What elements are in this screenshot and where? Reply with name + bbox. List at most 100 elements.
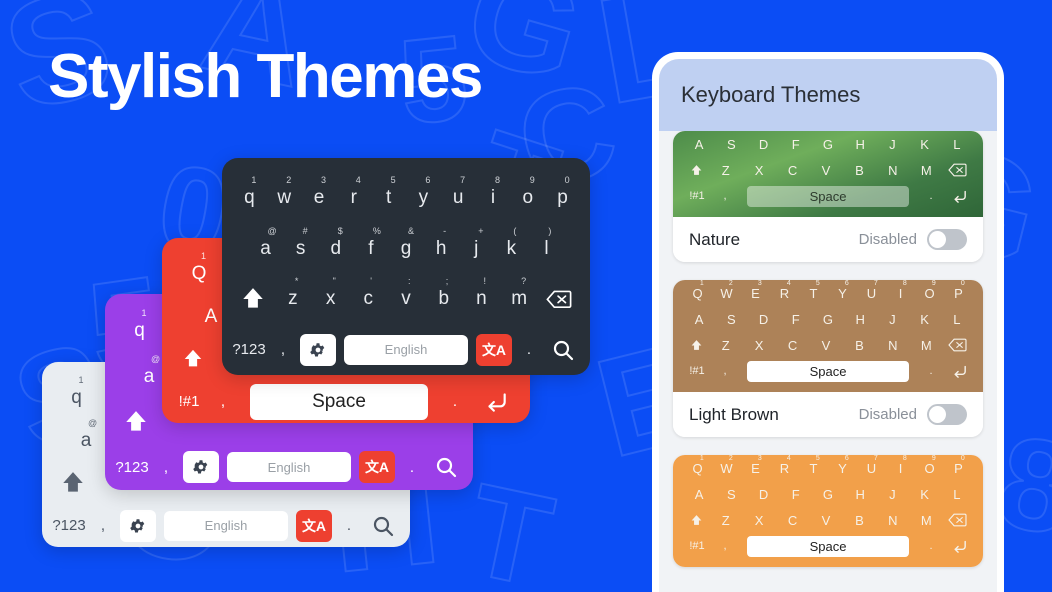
comma-key[interactable]: , [266,341,300,358]
shift-key-icon [683,514,709,527]
shift-key-icon[interactable] [172,348,214,370]
preview-key: Z [721,337,730,353]
gear-icon[interactable] [183,451,219,484]
space-key[interactable]: English [227,452,351,483]
theme-enable-toggle[interactable] [927,404,967,425]
keyboard-key[interactable]: f% [353,226,388,258]
period-key: . [929,365,933,377]
enter-key-icon[interactable] [472,389,520,415]
preview-key: Z [721,512,730,528]
keyboard-key[interactable]: j + [459,226,494,258]
keyboard-key[interactable]: g & [388,226,423,258]
preview-key: S [726,136,736,152]
theme-card[interactable]: A S D F G H J K L Z X C V B N M !#1, Space. Nature Disabled [673,131,983,262]
keyboard-key[interactable]: m? [500,277,538,309]
keyboard-key[interactable]: b; [425,277,463,309]
space-key[interactable]: English [164,510,288,541]
key-superscript: 2 [728,280,733,287]
search-icon[interactable] [366,514,400,538]
theme-card[interactable]: Q 1 W 2 E 3 R 4 T 5 Y 6 U 7 I 8 O 9 P 0 A S D F G H J K L Z X C V B N M !#1,… [673,455,983,567]
comma-key[interactable]: , [86,517,120,534]
dark-keyboard-preview[interactable]: q1w2e3r4t5y6u7i8o9p0 a @ s # d $ f% g & h - j + k(l) … [222,158,590,375]
period-key[interactable]: . [512,341,546,358]
shift-key-icon[interactable] [232,286,274,312]
translate-icon[interactable]: 文A [296,509,332,542]
symbols-key[interactable]: ?123 [115,459,149,476]
keyboard-key[interactable]: x " [312,277,350,309]
preview-key: U7 [866,280,878,301]
backspace-icon[interactable] [538,290,580,309]
keyboard-key[interactable]: z * [274,277,312,309]
keyboard-key[interactable]: q1 [52,375,101,407]
keyboard-key[interactable]: k( [494,226,529,258]
theme-enable-toggle[interactable] [927,229,967,250]
preview-key: M [920,512,932,528]
theme-list[interactable]: A S D F G H J K L Z X C V B N M !#1, Space. Nature Disabled… [659,131,997,592]
comma-key[interactable]: , [149,459,183,476]
key-superscript: 1 [699,455,704,462]
key-superscript: 4 [786,280,791,287]
search-icon[interactable] [429,455,463,479]
keyboard-key[interactable]: y6 [406,175,441,207]
key-superscript: 8 [494,174,500,185]
status-badge: Disabled [858,406,917,423]
period-key[interactable]: . [395,459,429,476]
theme-card[interactable]: Q 1 W 2 E 3 R 4 T 5 Y 6 U 7 I 8 O 9 P 0 A S D F G H J K L Z X C V B N M !#1,… [673,280,983,437]
gear-icon[interactable] [120,509,156,542]
gear-icon[interactable] [300,333,336,366]
preview-key: A [694,311,704,327]
preview-key: V [821,512,831,528]
key-superscript: + [478,225,484,236]
background-letter: T [455,454,565,592]
preview-key: E3 [751,280,762,301]
translate-icon[interactable]: 文A [359,451,395,484]
keyboard-key[interactable]: q1 [115,309,164,341]
keyboard-key[interactable]: a @ [62,418,110,450]
keyboard-key[interactable]: d $ [318,226,353,258]
preview-key: O9 [924,280,936,301]
period-key[interactable]: . [332,517,366,534]
keyboard-key[interactable]: Q1 [172,251,226,283]
shift-key-icon[interactable] [52,470,94,496]
preview-key: L [953,311,961,327]
translate-icon[interactable]: 文A [476,333,512,366]
symbols-key[interactable]: ?123 [52,517,86,534]
preview-key: N [888,512,898,528]
preview-key: B [855,512,864,528]
shift-key-icon[interactable] [115,409,157,435]
comma-key[interactable]: , [206,393,240,410]
key-superscript: 6 [844,455,849,462]
space-key[interactable]: Space [250,383,428,420]
symbols-key[interactable]: !#1 [172,393,206,410]
search-icon[interactable] [546,338,580,362]
preview-key: N [888,337,898,353]
keyboard-key[interactable]: p0 [545,175,580,207]
key-superscript: 5 [815,455,820,462]
preview-bottom-row: !#1, Space. [673,183,983,209]
keyboard-key[interactable]: o9 [510,175,545,207]
keyboard-key[interactable]: q1 [232,175,267,207]
keyboard-key[interactable]: e3 [302,175,337,207]
keyboard-key[interactable]: l) [529,226,564,258]
period-key[interactable]: . [438,393,472,410]
keyboard-key[interactable]: t5 [371,175,406,207]
keyboard-key[interactable]: a @ [248,226,283,258]
keyboard-key[interactable]: u7 [441,175,476,207]
preview-key: T5 [809,280,820,301]
keyboard-key[interactable]: i8 [476,175,511,207]
preview-key: A [694,486,704,502]
key-superscript: ; [445,276,449,287]
keyboard-key[interactable]: s # [283,226,318,258]
keyboard-key[interactable]: h- [424,226,459,258]
keyboard-key[interactable]: c ' [349,277,387,309]
keyboard-key[interactable]: r4 [336,175,371,207]
toggle-knob [929,406,946,423]
keyboard-key[interactable]: n! [463,277,501,309]
keyboard-key[interactable]: v: [387,277,425,309]
keyboard-key[interactable]: w2 [267,175,302,207]
key-superscript: ( [513,225,517,236]
key-superscript: 4 [355,174,361,185]
preview-key: D [758,311,769,327]
space-key[interactable]: English [344,334,468,365]
symbols-key[interactable]: ?123 [232,341,266,358]
